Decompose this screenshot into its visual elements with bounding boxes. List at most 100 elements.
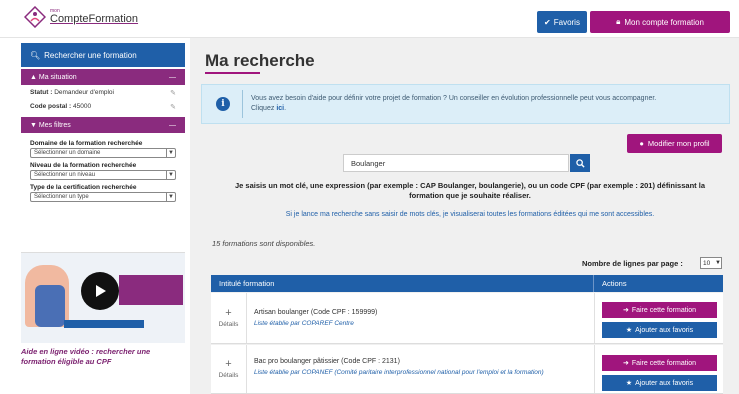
filter-niveau-label: Niveau de la formation recherchée — [30, 162, 137, 169]
cp-row: Code postal : 45000 ✎ — [21, 99, 185, 113]
video-banner-illustration — [119, 275, 183, 305]
modify-profile-button[interactable]: ● Modifier mon profil — [627, 134, 722, 153]
filter-domaine-label: Domaine de la formation recherchée — [30, 140, 143, 147]
formation-title: Artisan boulanger (Code CPF : 159999) — [254, 309, 378, 316]
formation-list: Liste établie par COPANEF (Comité parita… — [254, 369, 544, 376]
user-icon: ● — [639, 139, 644, 148]
chevron-down-icon: ▼ — [166, 171, 175, 179]
checkmark-icon: ✔ — [544, 17, 551, 27]
col-actions: Actions — [602, 279, 627, 288]
collapse-icon[interactable]: — — [169, 74, 176, 81]
edit-icon[interactable]: ✎ — [170, 89, 176, 97]
favoris-button[interactable]: ✔ Favoris — [537, 11, 587, 33]
add-favorite-button[interactable]: ★ Ajouter aux favoris — [602, 375, 717, 391]
section-ma-situation[interactable]: ▲ Ma situation — — [21, 69, 185, 85]
account-button[interactable]: 🔒︎ Mon compte formation — [590, 11, 730, 33]
details-label: Détails — [218, 372, 239, 379]
no-keyword-link[interactable]: Si je lance ma recherche sans saisir de … — [220, 211, 720, 218]
results-count: 15 formations sont disponibles. — [212, 239, 316, 248]
details-toggle[interactable]: + Détails — [211, 293, 247, 343]
filter-domaine-value: Sélectionner un domaine — [34, 150, 101, 156]
title-underline — [205, 72, 260, 74]
logo-main-text: CompteFormation — [50, 13, 139, 25]
rows-per-page-select[interactable]: 10 ▼ — [700, 257, 722, 269]
formation-list: Liste établie par COPAREF Centre — [254, 320, 354, 327]
situation-label: Ma situation — [38, 73, 77, 81]
search-button[interactable] — [570, 154, 590, 172]
add-favorite-label: Ajouter aux favoris — [635, 326, 694, 334]
main-content: Ma recherche i Vous avez besoin d'aide p… — [190, 38, 739, 394]
rows-per-page-label: Nombre de lignes par page : — [582, 259, 683, 268]
filter-type-value: Sélectionner un type — [34, 194, 89, 200]
sidebar-search-formation[interactable]: 🔍︎ Rechercher une formation — [21, 43, 185, 67]
page-title: Ma recherche — [205, 51, 315, 70]
filter-type-label: Type de la certification recherchée — [30, 184, 137, 191]
rows-per-page-value: 10 — [703, 259, 711, 267]
section-mes-filtres[interactable]: ▼ Mes filtres — — [21, 117, 185, 133]
arrow-right-icon: ➜ — [622, 307, 629, 314]
search-icon — [575, 158, 585, 168]
logo-diamond-icon — [23, 5, 47, 29]
filter-type-select[interactable]: Sélectionner un type ▼ — [30, 192, 176, 202]
cp-value: 45000 — [72, 103, 92, 110]
play-icon[interactable] — [81, 272, 119, 310]
alert-text: Vous avez besoin d'aide pour définir vot… — [251, 94, 657, 102]
add-favorite-label: Ajouter aux favoris — [635, 379, 694, 387]
top-header: mon CompteFormation ✔ Favoris 🔒︎ Mon com… — [0, 0, 739, 38]
plus-icon: + — [225, 358, 232, 370]
chevron-down-icon: ▼ — [166, 193, 175, 201]
star-icon: ★ — [625, 380, 633, 387]
modify-profile-label: Modifier mon profil — [647, 139, 710, 148]
lock-icon: 🔒︎ — [616, 17, 621, 26]
table-row: + Détails Artisan boulanger (Code CPF : … — [211, 293, 723, 344]
results-table-header: Intitulé formation Actions — [211, 275, 723, 292]
edit-icon[interactable]: ✎ — [170, 103, 176, 111]
alert-cta-prefix: Cliquez — [251, 105, 275, 112]
filter-icon: ▼ — [30, 121, 37, 129]
do-formation-label: Faire cette formation — [631, 306, 697, 314]
info-icon: i — [216, 97, 230, 111]
cp-label: Code postal : — [30, 103, 72, 110]
search-input[interactable]: Boulanger — [343, 154, 569, 172]
do-formation-label: Faire cette formation — [631, 359, 697, 367]
col-formation: Intitulé formation — [211, 275, 594, 292]
alert-cta-link[interactable]: ici — [276, 105, 284, 112]
video-caption-link[interactable]: Aide en ligne vidéo : rechercher une for… — [21, 347, 185, 367]
star-icon: ★ — [625, 327, 633, 334]
statut-label: Statut : — [30, 89, 53, 96]
favoris-label: Favoris — [553, 17, 580, 27]
statut-row: Statut : Demandeur d'emploi ✎ — [21, 85, 185, 99]
arrow-right-icon: ➜ — [622, 360, 629, 367]
filters-label: Mes filtres — [38, 121, 71, 129]
filter-niveau-select[interactable]: Sélectionner un niveau ▼ — [30, 170, 176, 180]
do-formation-button[interactable]: ➜ Faire cette formation — [602, 302, 717, 318]
search-icon: 🔍︎ — [30, 50, 41, 60]
details-label: Détails — [218, 321, 239, 328]
filter-domaine-select[interactable]: Sélectionner un domaine ▼ — [30, 148, 176, 158]
chevron-down-icon: ▼ — [715, 260, 721, 266]
do-formation-button[interactable]: ➜ Faire cette formation — [602, 355, 717, 371]
filter-niveau-value: Sélectionner un niveau — [34, 172, 96, 178]
help-video[interactable] — [21, 235, 185, 343]
account-label: Mon compte formation — [624, 17, 704, 27]
info-alert: i Vous avez besoin d'aide pour définir v… — [201, 84, 730, 124]
formation-title: Bac pro boulanger pâtissier (Code CPF : … — [254, 358, 400, 365]
details-toggle[interactable]: + Détails — [211, 345, 247, 393]
column-divider — [594, 345, 595, 393]
video-character-body — [35, 285, 65, 327]
sidebar-search-label: Rechercher une formation — [44, 50, 137, 60]
video-footer-bar — [64, 320, 144, 328]
statut-value: Demandeur d'emploi — [54, 89, 114, 96]
user-icon: ▲ — [30, 73, 37, 81]
collapse-icon[interactable]: — — [169, 122, 176, 129]
video-thumb-header — [21, 235, 185, 253]
plus-icon: + — [225, 307, 232, 319]
search-hint: Je saisis un mot clé, une expression (pa… — [235, 181, 705, 201]
site-logo[interactable]: mon CompteFormation — [23, 5, 139, 29]
sidebar: 🔍︎ Rechercher une formation ▲ Ma situati… — [21, 43, 185, 394]
table-row: + Détails Bac pro boulanger pâtissier (C… — [211, 345, 723, 394]
alert-divider — [242, 90, 243, 118]
column-divider — [594, 293, 595, 343]
add-favorite-button[interactable]: ★ Ajouter aux favoris — [602, 322, 717, 338]
chevron-down-icon: ▼ — [166, 149, 175, 157]
